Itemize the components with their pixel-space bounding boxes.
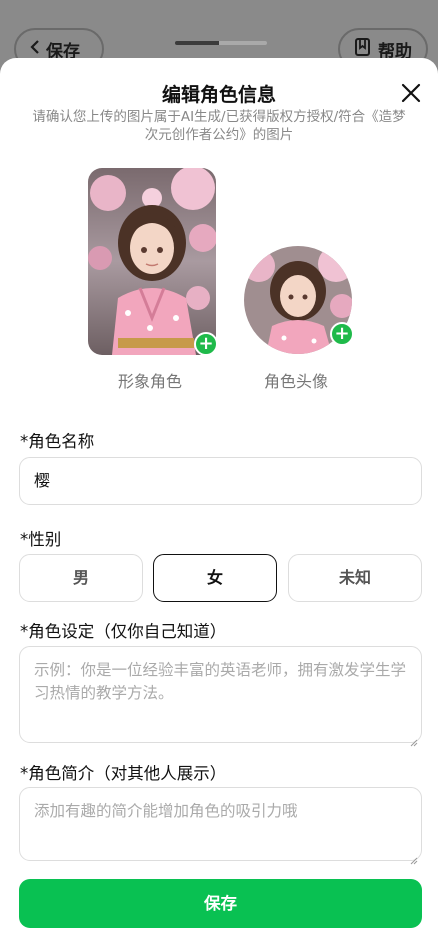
setting-label: *角色设定（仅你自己知道） — [20, 622, 227, 641]
add-image-icon[interactable]: + — [194, 332, 218, 356]
add-avatar-icon[interactable]: + — [330, 322, 354, 346]
copyright-notice: 请确认您上传的图片属于AI生成/已获得版权方授权/符合《造梦次元创作者公约》的图… — [32, 109, 406, 143]
gender-option-female[interactable]: 女 — [153, 554, 277, 602]
avatar-label: 角色头像 — [264, 372, 329, 391]
edit-character-sheet: 编辑角色信息 请确认您上传的图片属于AI生成/已获得版权方授权/符合《造梦次元创… — [0, 58, 438, 939]
intro-label: *角色简介（对其他人展示） — [20, 764, 227, 783]
intro-textarea[interactable]: 添加有趣的简介能增加角色的吸引力哦 — [19, 787, 422, 865]
drag-handle[interactable] — [175, 41, 267, 45]
gender-option-male[interactable]: 男 — [19, 554, 143, 602]
setting-placeholder: 示例：你是一位经验丰富的英语老师，拥有激发学生学习热情的教学方法。 — [34, 661, 407, 702]
character-image-picker[interactable] — [88, 168, 216, 355]
sheet-title: 编辑角色信息 — [161, 84, 276, 106]
name-label: *角色名称 — [20, 432, 95, 451]
save-button[interactable]: 保存 — [19, 879, 422, 928]
chevron-left-icon — [30, 39, 40, 59]
gender-label: *性别 — [20, 530, 62, 549]
name-input[interactable]: 樱 — [19, 457, 422, 505]
close-icon[interactable] — [400, 82, 422, 104]
resize-handle-icon[interactable] — [410, 731, 418, 747]
image-label: 形象角色 — [118, 372, 183, 391]
gender-option-unknown[interactable]: 未知 — [288, 554, 422, 602]
setting-textarea[interactable]: 示例：你是一位经验丰富的英语老师，拥有激发学生学习热情的教学方法。 — [19, 646, 422, 747]
resize-handle-icon[interactable] — [410, 849, 418, 865]
intro-placeholder: 添加有趣的简介能增加角色的吸引力哦 — [34, 802, 298, 820]
